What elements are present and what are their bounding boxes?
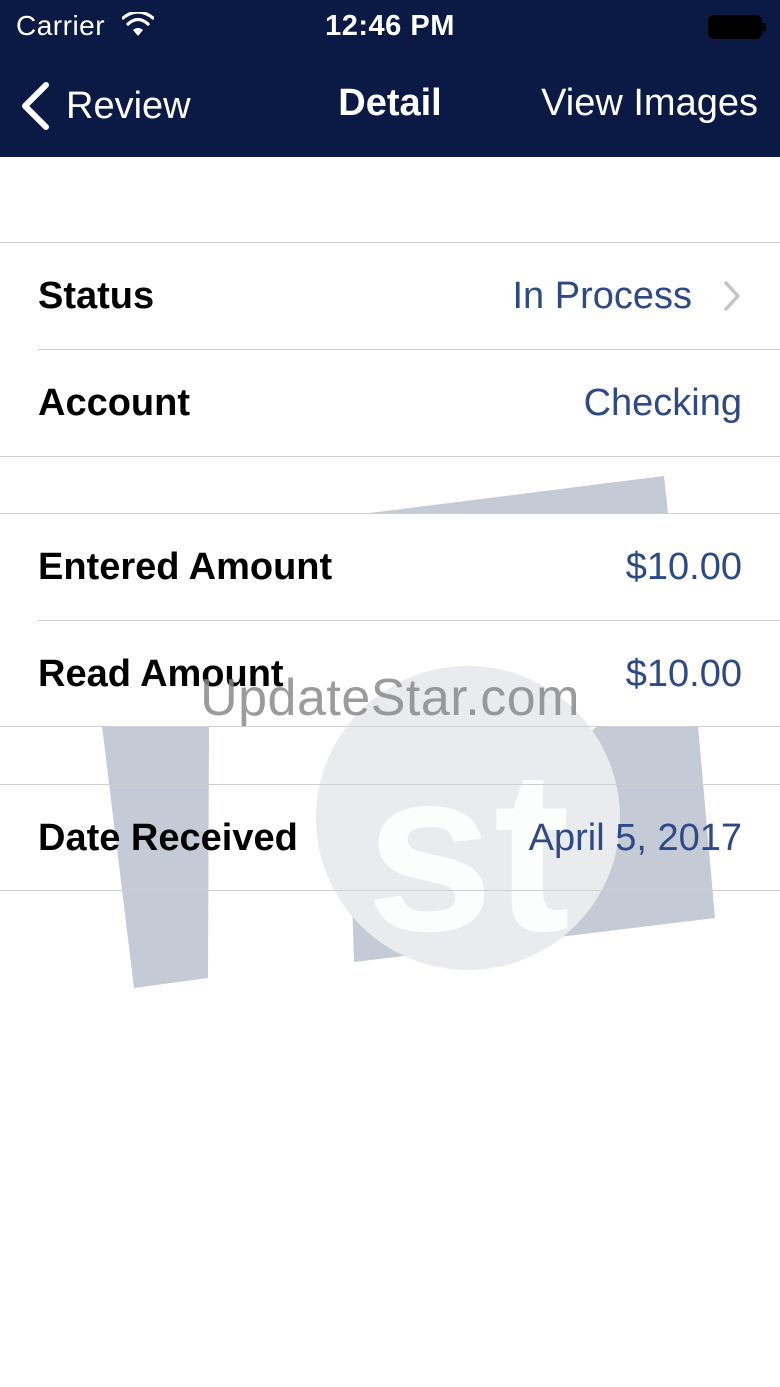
watermark-shape-top xyxy=(362,476,668,514)
date-received-label: Date Received xyxy=(38,816,298,859)
navigation-bar: Review Detail View Images xyxy=(0,54,780,157)
view-images-button[interactable]: View Images xyxy=(541,82,758,125)
account-row: Account Checking xyxy=(0,350,780,456)
back-button[interactable]: Review xyxy=(18,78,191,134)
status-label: Status xyxy=(38,274,155,317)
clock: 12:46 PM xyxy=(325,10,455,42)
account-value: Checking xyxy=(583,381,742,424)
account-label: Account xyxy=(38,381,190,424)
entered-amount-label: Entered Amount xyxy=(38,545,333,588)
date-received-row: Date Received April 5, 2017 xyxy=(0,785,780,891)
status-value-text: In Process xyxy=(512,274,692,317)
chevron-left-icon xyxy=(22,82,49,130)
date-received-value: April 5, 2017 xyxy=(528,816,742,859)
screen: st Carrier 12:46 PM Review Detail View I… xyxy=(0,0,780,1387)
chevron-right-icon xyxy=(724,281,740,311)
status-row[interactable]: Status In Process xyxy=(0,243,780,349)
battery-icon xyxy=(708,15,766,39)
group-bottom-border xyxy=(0,890,780,891)
entered-amount-value: $10.00 xyxy=(625,545,742,588)
watermark-text: UpdateStar.com xyxy=(200,669,580,727)
group-bottom-border xyxy=(0,456,780,457)
header: Carrier 12:46 PM Review Detail View Imag… xyxy=(0,0,780,157)
status-bar: Carrier 12:46 PM xyxy=(0,0,780,54)
back-button-label: Review xyxy=(66,84,191,127)
status-value: In Process xyxy=(512,275,742,318)
entered-amount-row: Entered Amount $10.00 xyxy=(0,514,780,620)
